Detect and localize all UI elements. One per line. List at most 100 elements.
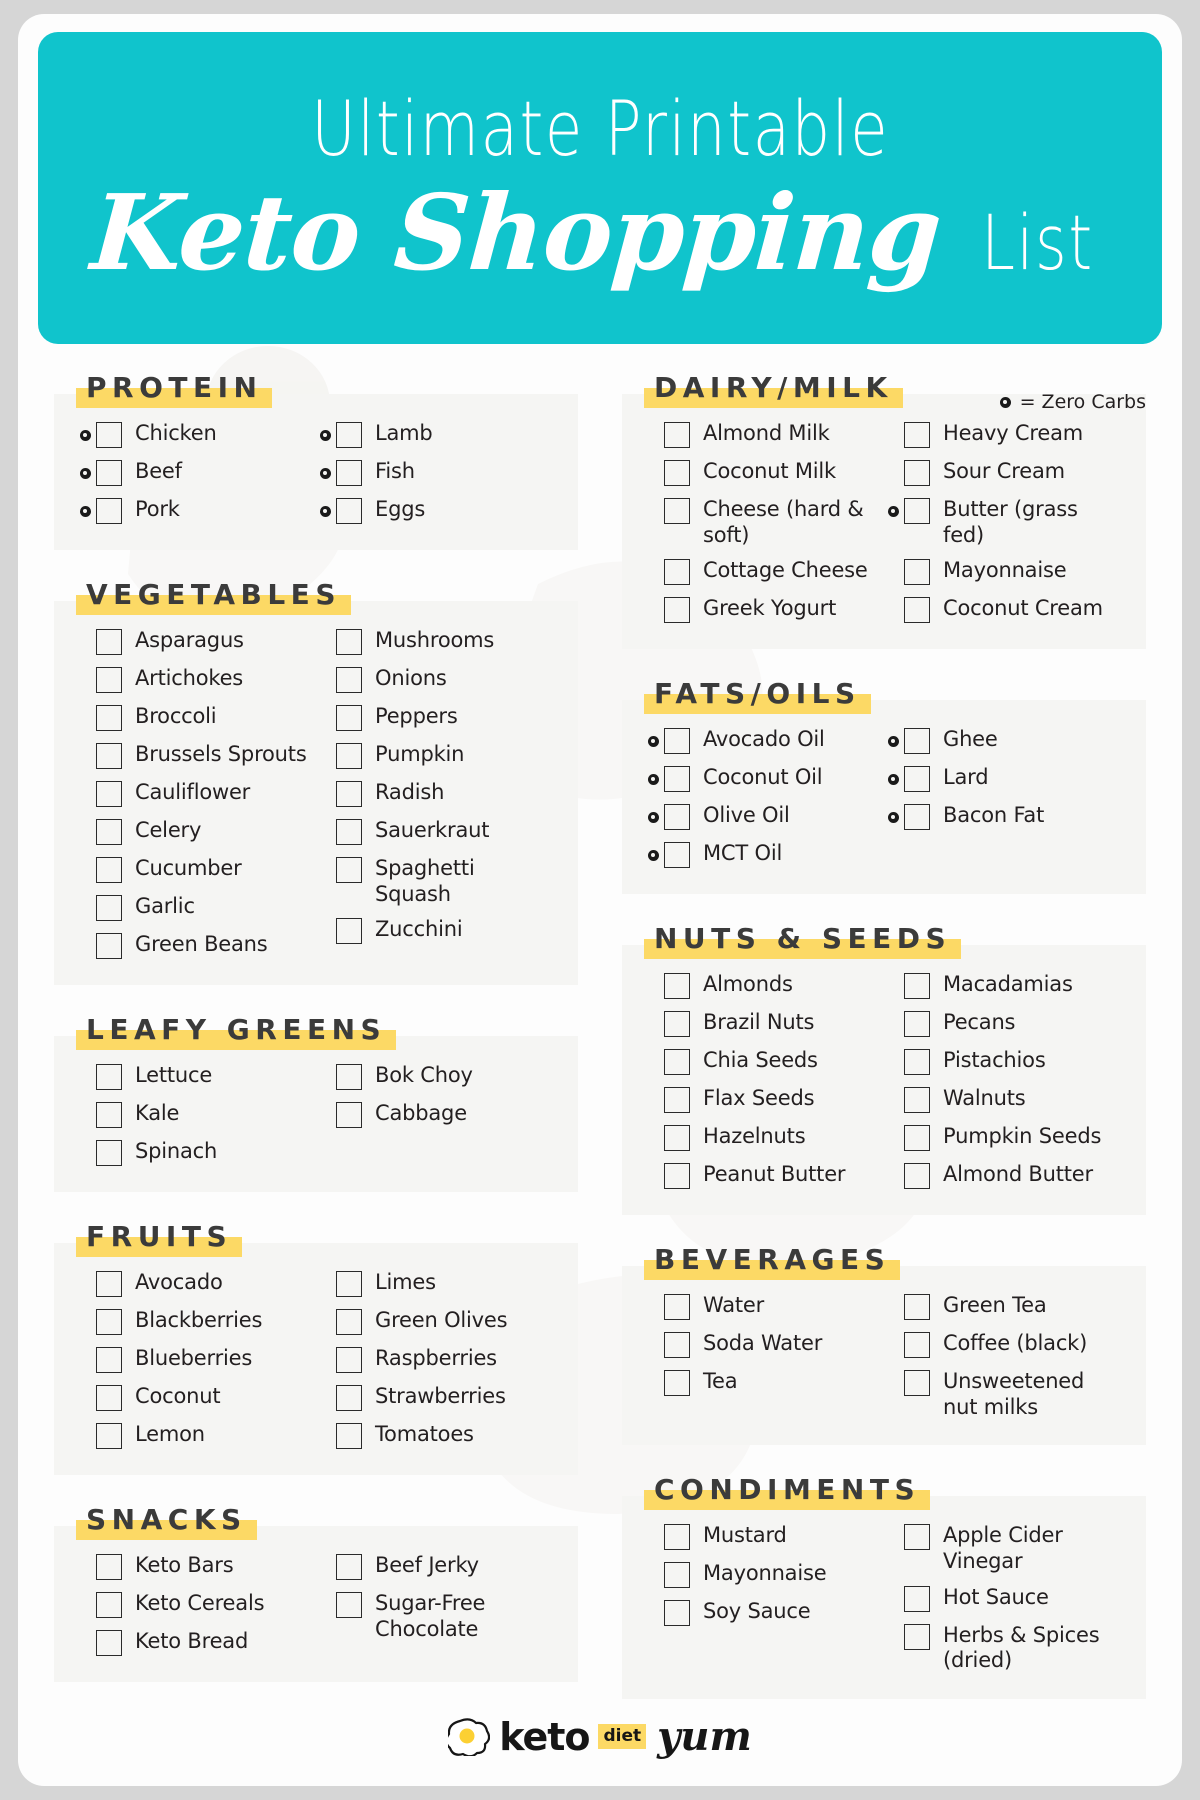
checkbox-olive-oil[interactable]	[664, 804, 690, 831]
checkbox-beef[interactable]	[96, 460, 122, 486]
list-item[interactable]: Spinach	[76, 1136, 316, 1170]
list-item[interactable]: Almonds	[644, 969, 884, 1003]
list-item[interactable]: Hot Sauce	[884, 1582, 1124, 1616]
checkbox-brazil-nuts[interactable]	[664, 1011, 690, 1038]
checkbox-bacon-fat[interactable]	[904, 804, 930, 831]
list-item[interactable]: Pistachios	[884, 1045, 1124, 1079]
checkbox-avocado-oil[interactable]	[664, 728, 690, 755]
checkbox-fish[interactable]	[336, 460, 362, 486]
checkbox-walnuts[interactable]	[904, 1087, 930, 1114]
list-item[interactable]: Peppers	[316, 701, 556, 735]
list-item[interactable]: Asparagus	[76, 625, 316, 659]
checkbox-pumpkin[interactable]	[336, 743, 362, 769]
list-item[interactable]: Limes	[316, 1267, 556, 1301]
checkbox-butter-grass-fed[interactable]	[904, 498, 930, 524]
list-item[interactable]: Tomatoes	[316, 1419, 556, 1453]
checkbox-ghee[interactable]	[904, 728, 930, 755]
list-item[interactable]: Chicken	[76, 418, 316, 452]
list-item[interactable]: MCT Oil	[644, 838, 884, 872]
checkbox-bok-choy[interactable]	[336, 1064, 362, 1090]
list-item[interactable]: Cauliflower	[76, 777, 316, 811]
checkbox-pistachios[interactable]	[904, 1049, 930, 1076]
list-item[interactable]: Lamb	[316, 418, 556, 452]
list-item[interactable]: Brazil Nuts	[644, 1007, 884, 1041]
list-item[interactable]: Macadamias	[884, 969, 1124, 1003]
checkbox-blueberries[interactable]	[96, 1347, 122, 1373]
list-item[interactable]: Brussels Sprouts	[76, 739, 316, 773]
checkbox-flax-seeds[interactable]	[664, 1087, 690, 1114]
checkbox-mayonnaise[interactable]	[904, 559, 930, 586]
checkbox-blackberries[interactable]	[96, 1309, 122, 1335]
checkbox-garlic[interactable]	[96, 895, 122, 921]
checkbox-green-beans[interactable]	[96, 933, 122, 959]
list-item[interactable]: Kale	[76, 1098, 316, 1132]
checkbox-coconut-cream[interactable]	[904, 597, 930, 624]
list-item[interactable]: Celery	[76, 815, 316, 849]
checkbox-unsweetened-nut-milks[interactable]	[904, 1370, 930, 1397]
checkbox-lettuce[interactable]	[96, 1064, 122, 1090]
checkbox-strawberries[interactable]	[336, 1385, 362, 1411]
checkbox-eggs[interactable]	[336, 498, 362, 524]
list-item[interactable]: Radish	[316, 777, 556, 811]
list-item[interactable]: Raspberries	[316, 1343, 556, 1377]
list-item[interactable]: Keto Bread	[76, 1626, 316, 1660]
checkbox-herbs-spices-dried[interactable]	[904, 1623, 930, 1650]
list-item[interactable]: Green Tea	[884, 1290, 1124, 1324]
checkbox-raspberries[interactable]	[336, 1347, 362, 1373]
list-item[interactable]: Eggs	[316, 494, 556, 528]
list-item[interactable]: Coconut	[76, 1381, 316, 1415]
list-item[interactable]: Cabbage	[316, 1098, 556, 1132]
checkbox-zucchini[interactable]	[336, 918, 362, 945]
list-item[interactable]: Apple Cider Vinegar	[884, 1520, 1124, 1577]
list-item[interactable]: Sugar-Free Chocolate	[316, 1588, 556, 1645]
list-item[interactable]: Butter (grass fed)	[884, 494, 1124, 551]
checkbox-keto-bars[interactable]	[96, 1554, 122, 1580]
list-item[interactable]: Green Beans	[76, 929, 316, 963]
checkbox-cottage-cheese[interactable]	[664, 559, 690, 586]
checkbox-asparagus[interactable]	[96, 629, 122, 655]
list-item[interactable]: Keto Bars	[76, 1550, 316, 1584]
checkbox-sauerkraut[interactable]	[336, 819, 362, 845]
list-item[interactable]: Beef	[76, 456, 316, 490]
list-item[interactable]: Lard	[884, 762, 1124, 796]
checkbox-radish[interactable]	[336, 781, 362, 807]
list-item[interactable]: Fish	[316, 456, 556, 490]
checkbox-beef-jerky[interactable]	[336, 1554, 362, 1580]
checkbox-soda-water[interactable]	[664, 1332, 690, 1359]
checkbox-tomatoes[interactable]	[336, 1423, 362, 1449]
list-item[interactable]: Spaghetti Squash	[316, 853, 556, 910]
list-item[interactable]: Pecans	[884, 1007, 1124, 1041]
checkbox-mayonnaise[interactable]	[664, 1562, 690, 1589]
list-item[interactable]: Soy Sauce	[644, 1596, 884, 1630]
checkbox-coconut-oil[interactable]	[664, 766, 690, 793]
list-item[interactable]: Avocado Oil	[644, 724, 884, 758]
list-item[interactable]: Mushrooms	[316, 625, 556, 659]
checkbox-cauliflower[interactable]	[96, 781, 122, 807]
checkbox-celery[interactable]	[96, 819, 122, 845]
checkbox-sour-cream[interactable]	[904, 460, 930, 486]
checkbox-peanut-butter[interactable]	[664, 1163, 690, 1190]
list-item[interactable]: Chia Seeds	[644, 1045, 884, 1079]
list-item[interactable]: Green Olives	[316, 1305, 556, 1339]
list-item[interactable]: Onions	[316, 663, 556, 697]
checkbox-broccoli[interactable]	[96, 705, 122, 731]
checkbox-kale[interactable]	[96, 1102, 122, 1128]
checkbox-cabbage[interactable]	[336, 1102, 362, 1128]
list-item[interactable]: Almond Butter	[884, 1159, 1124, 1193]
checkbox-green-olives[interactable]	[336, 1309, 362, 1335]
list-item[interactable]: Bok Choy	[316, 1060, 556, 1094]
list-item[interactable]: Pork	[76, 494, 316, 528]
list-item[interactable]: Cottage Cheese	[644, 555, 884, 589]
list-item[interactable]: Olive Oil	[644, 800, 884, 834]
checkbox-limes[interactable]	[336, 1271, 362, 1297]
checkbox-coconut-milk[interactable]	[664, 460, 690, 486]
checkbox-hazelnuts[interactable]	[664, 1125, 690, 1152]
list-item[interactable]: Flax Seeds	[644, 1083, 884, 1117]
checkbox-mct-oil[interactable]	[664, 842, 690, 869]
checkbox-coconut[interactable]	[96, 1385, 122, 1411]
checkbox-onions[interactable]	[336, 667, 362, 693]
list-item[interactable]: Lettuce	[76, 1060, 316, 1094]
list-item[interactable]: Bacon Fat	[884, 800, 1124, 834]
list-item[interactable]: Cheese (hard & soft)	[644, 494, 884, 551]
checkbox-green-tea[interactable]	[904, 1294, 930, 1321]
